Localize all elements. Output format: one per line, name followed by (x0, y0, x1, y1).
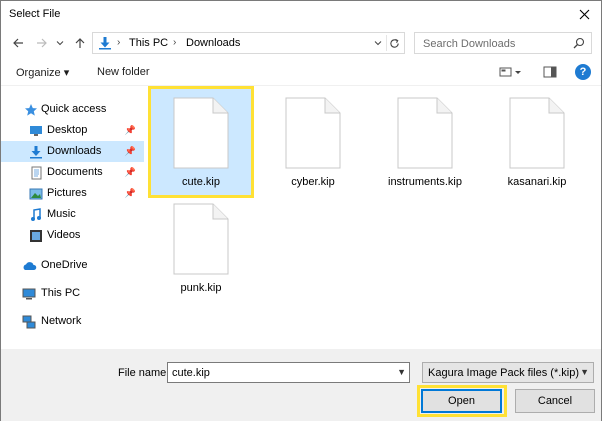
address-bar[interactable]: › This PC › Downloads (92, 32, 405, 54)
network-icon (21, 314, 37, 330)
arrow-left-icon (13, 38, 23, 48)
chevron-down-icon (374, 41, 382, 46)
search-input[interactable]: Search Downloads (414, 32, 592, 54)
file-dialog: Select File › This PC › Downloads Search… (0, 0, 602, 421)
sidebar-item-music[interactable]: Music (1, 204, 144, 225)
title-bar: Select File (1, 1, 601, 27)
filetype-select[interactable]: Kagura Image Pack files (*.kip) ▼ (422, 362, 594, 383)
dialog-title: Select File (9, 8, 61, 20)
file-item-cyber[interactable]: cyber.kip (263, 89, 363, 195)
change-view-button[interactable] (497, 63, 525, 81)
file-icon (173, 203, 229, 275)
sidebar-item-label: Network (41, 315, 82, 327)
pin-icon: 📌 (124, 125, 136, 135)
pin-icon: 📌 (124, 188, 136, 198)
dialog-footer: File name: cute.kip ▼ Kagura Image Pack … (1, 349, 601, 421)
refresh-icon (390, 38, 399, 48)
sidebar-item-videos[interactable]: Videos (1, 225, 144, 246)
filetype-value: Kagura Image Pack files (*.kip) (428, 367, 580, 379)
chevron-down-icon: ▼ (580, 367, 589, 377)
file-name: kasanari.kip (507, 176, 567, 188)
recent-locations-button[interactable] (54, 34, 66, 52)
sidebar-item-label: Music (47, 208, 76, 220)
file-icon (397, 97, 453, 169)
up-button[interactable] (71, 34, 89, 52)
file-icon (173, 97, 229, 169)
file-name: instruments.kip (388, 176, 462, 188)
file-name: cyber.kip (291, 176, 335, 188)
desktop-icon (28, 123, 44, 139)
forward-button[interactable] (33, 34, 51, 52)
music-icon (28, 207, 44, 223)
sidebar-item-desktop[interactable]: Desktop 📌 (1, 120, 144, 141)
search-placeholder: Search Downloads (423, 38, 516, 50)
filename-value: cute.kip (172, 367, 210, 379)
sidebar-item-network[interactable]: Network (1, 311, 144, 332)
arrow-up-icon (75, 38, 85, 48)
breadcrumb-downloads[interactable]: Downloads (186, 37, 240, 49)
sidebar-item-quick-access[interactable]: Quick access (1, 99, 144, 120)
preview-pane-button[interactable] (541, 63, 559, 81)
back-button[interactable] (9, 34, 27, 52)
file-item-kasanari[interactable]: kasanari.kip (487, 89, 587, 195)
sidebar-item-label: Documents (47, 166, 103, 178)
chevron-down-icon (56, 41, 64, 46)
refresh-button[interactable] (386, 35, 402, 51)
sidebar-item-documents[interactable]: Documents 📌 (1, 162, 144, 183)
sidebar-item-label: Videos (47, 229, 81, 241)
breadcrumb-separator: › (117, 37, 121, 48)
sidebar-item-this-pc[interactable]: This PC (1, 283, 144, 304)
sidebar-item-label: OneDrive (41, 259, 88, 271)
navigation-pane: Quick access Desktop 📌 Downloads 📌 Docum… (1, 87, 144, 349)
preview-pane-icon (543, 66, 557, 78)
star-icon (23, 102, 39, 118)
sidebar-item-label: Downloads (47, 145, 102, 157)
file-item-instruments[interactable]: instruments.kip (375, 89, 475, 195)
command-toolbar: Organize ▾ New folder ? (1, 58, 601, 86)
close-button[interactable] (573, 4, 595, 24)
sidebar-item-label: Pictures (47, 187, 87, 199)
file-name: punk.kip (180, 282, 222, 294)
sidebar-item-label: Quick access (41, 103, 107, 115)
chevron-down-icon[interactable]: ▼ (397, 367, 406, 377)
sidebar-item-downloads[interactable]: Downloads 📌 (1, 141, 144, 162)
filename-input[interactable]: cute.kip ▼ (167, 362, 410, 383)
file-item-cute[interactable]: cute.kip (148, 86, 254, 198)
file-item-punk[interactable]: punk.kip (151, 195, 251, 301)
pictures-icon (28, 186, 44, 202)
sidebar-item-onedrive[interactable]: OneDrive (1, 255, 144, 276)
documents-icon (28, 165, 44, 181)
pin-icon: 📌 (124, 146, 136, 156)
download-icon (99, 37, 111, 50)
new-folder-button[interactable]: New folder (97, 66, 150, 78)
help-button[interactable]: ? (574, 63, 592, 81)
navigation-row: › This PC › Downloads Search Downloads (1, 29, 601, 57)
sidebar-item-label: Desktop (47, 124, 88, 136)
file-icon (285, 97, 341, 169)
download-icon (28, 144, 44, 160)
videos-icon (28, 228, 44, 244)
sidebar-item-pictures[interactable]: Pictures 📌 (1, 183, 144, 204)
open-button[interactable]: Open (421, 389, 502, 413)
arrow-right-icon (37, 38, 47, 48)
address-history-dropdown[interactable] (372, 37, 384, 49)
breadcrumb-this-pc[interactable]: This PC (129, 37, 168, 49)
cloud-icon (21, 258, 37, 274)
organize-button[interactable]: Organize ▾ (16, 66, 69, 79)
file-list: cute.kip cyber.kip instruments.kip kasan… (145, 86, 601, 349)
close-icon (579, 9, 589, 19)
file-icon (509, 97, 565, 169)
filename-label: File name: (118, 367, 170, 379)
computer-icon (21, 286, 37, 302)
pin-icon: 📌 (124, 167, 136, 177)
view-options-icon (499, 67, 521, 77)
search-icon (573, 37, 585, 49)
help-icon: ? (575, 64, 591, 80)
file-name: cute.kip (182, 176, 220, 188)
breadcrumb-separator: › (173, 37, 177, 48)
cancel-button[interactable]: Cancel (515, 389, 595, 413)
sidebar-item-label: This PC (41, 287, 81, 299)
